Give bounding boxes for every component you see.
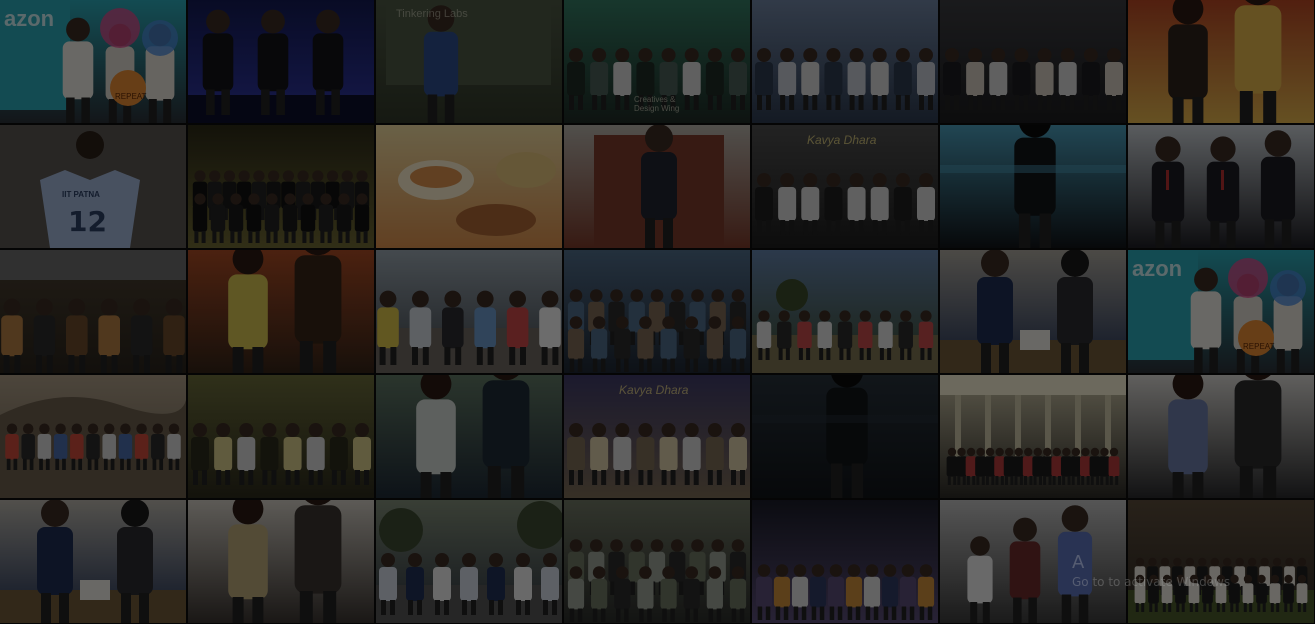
photo-tile [188, 250, 374, 373]
photo-image [1128, 0, 1314, 123]
photo-tile [940, 250, 1126, 373]
photo-image [564, 125, 750, 248]
photo-image [1128, 375, 1314, 498]
photo-tile [752, 0, 938, 123]
photo-image [940, 0, 1126, 123]
photo-tile [752, 375, 938, 498]
photo-image [752, 250, 938, 373]
photo-tile [564, 500, 750, 623]
photo-image [0, 250, 186, 373]
photo-image [564, 250, 750, 373]
photo-tile [752, 500, 938, 623]
photo-tile [752, 250, 938, 373]
photo-image [376, 375, 562, 498]
activation-line-2: Go to to activate Windows [1072, 575, 1231, 589]
photo-image [564, 500, 750, 623]
photo-image [188, 250, 374, 373]
photo-image [188, 0, 374, 123]
photo-tile [188, 125, 374, 248]
photo-image [376, 250, 562, 373]
photo-image [0, 375, 186, 498]
tile-caption-badge: REPEAT [115, 92, 147, 101]
photo-image [940, 250, 1126, 373]
photo-tile [564, 125, 750, 248]
photo-image [1128, 125, 1314, 248]
photo-tile: Tinkering Labs [376, 0, 562, 123]
tile-caption-banner: Kavya Dhara [807, 133, 877, 147]
photo-image [752, 375, 938, 498]
windows-activation-watermark: A Go to to activate Windows [1072, 552, 1312, 589]
photo-tile [564, 250, 750, 373]
photo-image [376, 500, 562, 623]
photo-image [940, 375, 1126, 498]
photo-tile [376, 125, 562, 248]
photo-image [752, 500, 938, 623]
photo-image [0, 500, 186, 623]
photo-tile: azon REPEAT [0, 0, 186, 123]
tile-caption-projector: Tinkering Labs [396, 8, 468, 20]
photo-tile [188, 375, 374, 498]
photo-tile [0, 250, 186, 373]
photo-tile: azon REPEAT [1128, 250, 1314, 373]
tile-caption-banner: Kavya Dhara [619, 383, 689, 397]
photo-tile: Kavya Dhara [752, 125, 938, 248]
photo-tile: Kavya Dhara [564, 375, 750, 498]
photo-image [188, 375, 374, 498]
tile-caption-sign: azon [1132, 256, 1183, 281]
photo-image [188, 500, 374, 623]
photo-tile [376, 500, 562, 623]
photo-tile [376, 375, 562, 498]
photo-tile [188, 500, 374, 623]
tile-caption-caption: Creatives & Design Wing [634, 95, 680, 113]
tile-caption-sign: azon [4, 6, 55, 31]
photo-tile [0, 500, 186, 623]
photo-image [752, 0, 938, 123]
photo-tile [0, 375, 186, 498]
tile-caption-number: 12 [68, 205, 107, 238]
photo-image [188, 125, 374, 248]
tile-caption-jersey: IIT PATNA [62, 190, 100, 199]
photo-tile [940, 125, 1126, 248]
activation-line-1: A [1072, 552, 1085, 573]
photo-tile [1128, 0, 1314, 123]
photo-tile [940, 0, 1126, 123]
photo-image [376, 125, 562, 248]
photo-tile: Creatives & Design Wing [564, 0, 750, 123]
photo-tile: IIT PATNA 12 [0, 125, 186, 248]
photo-tile [940, 375, 1126, 498]
photo-tile [188, 0, 374, 123]
photo-image [940, 125, 1126, 248]
photo-tile [1128, 125, 1314, 248]
photo-tile [376, 250, 562, 373]
photo-wall: azon REPEAT Tinkering Labs Creatives & Desi… [0, 0, 1315, 624]
photo-tile [1128, 375, 1314, 498]
tile-caption-badge: REPEAT [1243, 342, 1275, 351]
